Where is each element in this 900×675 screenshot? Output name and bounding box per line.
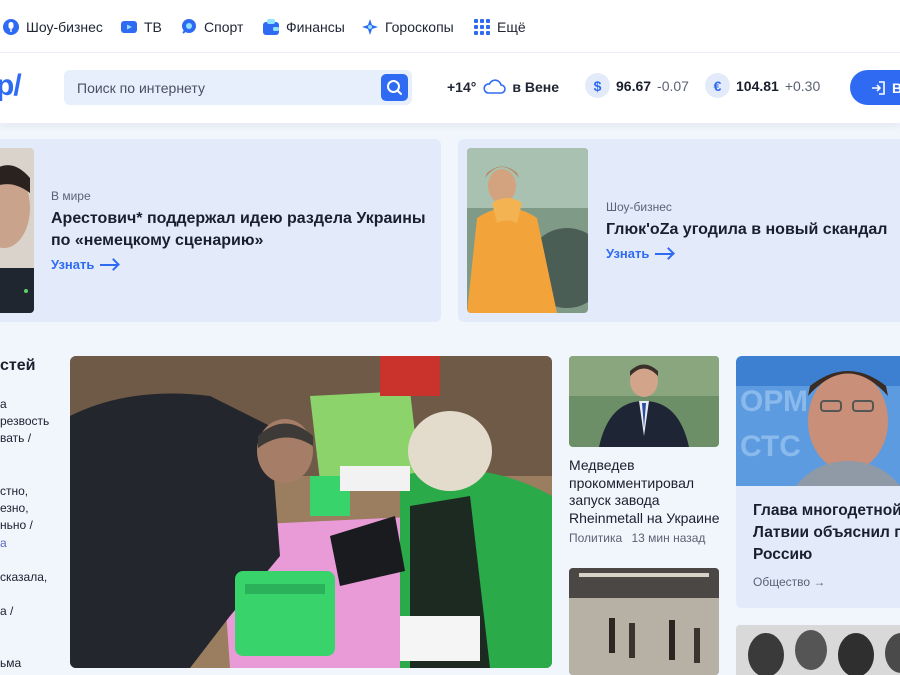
rate-usd[interactable]: $ 96.67 -0.07 bbox=[585, 73, 689, 98]
nav-item-sport[interactable]: Спорт bbox=[180, 16, 243, 38]
promo-link-label: Узнать bbox=[51, 257, 95, 272]
left-line[interactable]: стно, bbox=[0, 484, 28, 498]
weather-city: в Вене bbox=[512, 79, 559, 95]
arrow-right-icon bbox=[100, 263, 119, 266]
search-button[interactable] bbox=[381, 74, 408, 101]
nav-item-show-business[interactable]: Шоу-бизнес bbox=[2, 16, 103, 38]
rate-change: +0.30 bbox=[784, 77, 821, 94]
nav-item-label: Ещё bbox=[497, 19, 526, 35]
login-button[interactable]: Во bbox=[850, 70, 900, 105]
promo-card-world[interactable]: В мире Арестович* поддержал идею раздела… bbox=[0, 139, 441, 322]
news-image-crowd[interactable] bbox=[736, 625, 900, 675]
news-meta: Политика 13 мин назад bbox=[569, 531, 705, 545]
left-line-meta: а bbox=[0, 536, 7, 550]
svg-text:ОРМ: ОРМ bbox=[740, 385, 808, 418]
nav-item-label: ТВ bbox=[144, 19, 162, 35]
nav-item-label: Гороскопы bbox=[385, 19, 454, 35]
rate-value: 104.81 bbox=[736, 77, 779, 94]
dollar-icon: $ bbox=[585, 73, 610, 98]
right-card-category: Общество → bbox=[753, 575, 826, 589]
promo-category: В мире bbox=[51, 189, 91, 203]
right-card-title[interactable]: Глава многодетной Латвии объяснил п Росс… bbox=[753, 500, 900, 566]
left-line[interactable]: езно, bbox=[0, 501, 29, 515]
promo-category: Шоу-бизнес bbox=[606, 200, 672, 214]
weather-temperature: +14° bbox=[447, 79, 477, 95]
news-time: 13 мин назад bbox=[631, 531, 706, 545]
svg-text:СТС: СТС bbox=[740, 430, 801, 463]
nav-item-tv[interactable]: ТВ bbox=[120, 16, 162, 38]
star-icon bbox=[361, 18, 379, 36]
left-line[interactable]: ньно / bbox=[0, 518, 33, 532]
nav-item-more[interactable]: Ещё bbox=[473, 16, 526, 38]
login-label: Во bbox=[892, 79, 900, 96]
nav-item-finance[interactable]: Финансы bbox=[262, 16, 345, 38]
wallet-icon bbox=[262, 18, 280, 36]
promo-card-showbiz[interactable]: Шоу-бизнес Глюк'oZa угодила в новый скан… bbox=[458, 139, 900, 322]
main-news-image[interactable] bbox=[70, 356, 552, 668]
site-logo[interactable]: p/ bbox=[0, 69, 22, 103]
promo-title[interactable]: Глюк'oZa угодила в новый скандал bbox=[606, 219, 900, 241]
login-icon bbox=[872, 80, 885, 95]
grid-icon bbox=[473, 18, 491, 36]
search-icon bbox=[387, 80, 402, 95]
rate-value: 96.67 bbox=[616, 77, 652, 94]
rate-change: -0.07 bbox=[657, 77, 689, 94]
euro-icon: € bbox=[705, 73, 730, 98]
left-line[interactable]: ьма bbox=[0, 656, 21, 670]
left-line[interactable]: а bbox=[0, 397, 7, 411]
arrow-right-icon bbox=[655, 252, 674, 255]
tv-icon bbox=[120, 18, 138, 36]
left-line[interactable]: сказала, bbox=[0, 570, 47, 584]
promo-image-man bbox=[0, 148, 34, 313]
promo-link-label: Узнать bbox=[606, 246, 650, 261]
nav-item-label: Финансы bbox=[286, 19, 345, 35]
nav-item-label: Спорт bbox=[204, 19, 244, 35]
right-card-image: ОРМ СТС bbox=[736, 356, 900, 486]
promo-title[interactable]: Арестович* поддержал идею раздела Украин… bbox=[51, 208, 431, 252]
left-line[interactable]: резвость bbox=[0, 414, 49, 428]
search-input[interactable] bbox=[64, 70, 374, 105]
left-line[interactable]: вать / bbox=[0, 431, 31, 445]
cloud-icon bbox=[483, 79, 507, 94]
header-bar: p/ +14° в Вене $ 96.67 -0.07 € 104.81 +0… bbox=[0, 53, 900, 123]
rate-eur[interactable]: € 104.81 +0.30 bbox=[705, 73, 820, 98]
left-column-heading: стей bbox=[0, 357, 36, 374]
promo-link[interactable]: Узнать bbox=[606, 246, 674, 261]
ball-icon bbox=[180, 18, 198, 36]
nav-item-label: Шоу-бизнес bbox=[26, 19, 103, 35]
promo-image-woman bbox=[467, 148, 588, 313]
weather-widget[interactable]: +14° в Вене bbox=[447, 79, 559, 95]
news-category: Политика bbox=[569, 531, 623, 545]
promo-link[interactable]: Узнать bbox=[51, 257, 119, 272]
search-box bbox=[64, 70, 412, 105]
news-image-station[interactable] bbox=[569, 568, 719, 675]
microphone-icon bbox=[2, 18, 20, 36]
left-line[interactable]: а / bbox=[0, 604, 13, 618]
nav-item-horoscopes[interactable]: Гороскопы bbox=[361, 16, 454, 38]
top-navigation: Шоу-бизнес ТВ Спорт Финансы Гороскопы Ещ… bbox=[0, 0, 900, 53]
news-title[interactable]: Медведев прокомментировал запуск завода … bbox=[569, 457, 729, 527]
right-news-card[interactable]: ОРМ СТС Глава многодетной Латвии объясни… bbox=[736, 356, 900, 608]
news-image-medvedev[interactable] bbox=[569, 356, 719, 447]
